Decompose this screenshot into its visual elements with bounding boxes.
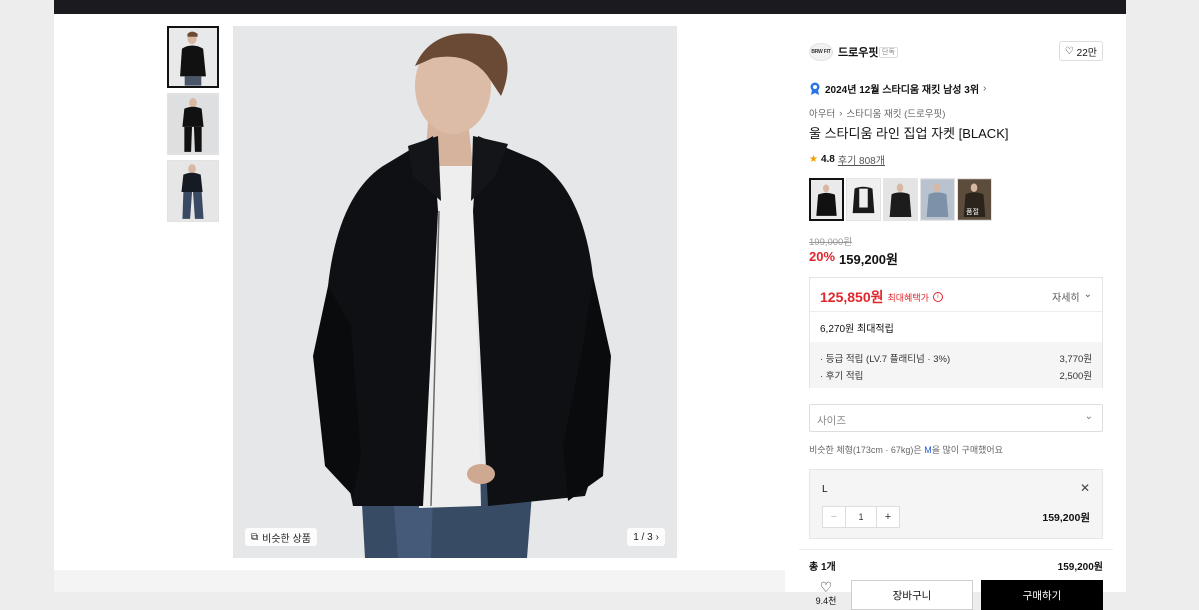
size-recommendation: 비슷한 체형(173cm · 67kg)은 M을 많이 구매했어요 xyxy=(809,443,1003,456)
similar-products-label: 비슷한 상품 xyxy=(262,533,311,545)
color-options: 품절 xyxy=(809,178,992,221)
wishlist-count: 9.4천 xyxy=(815,596,837,606)
main-product-image[interactable]: ⧉ 비슷한 상품 1 / 3 › xyxy=(233,26,677,558)
points-total: 6,270원 최대적립 xyxy=(820,324,894,335)
size-hint-suffix: 을 많이 구매했어요 xyxy=(931,445,1003,455)
heart-icon: ♡ xyxy=(1064,45,1074,57)
divider xyxy=(810,311,1102,312)
points-breakdown: · 등급 적립 (LV.7 플래티넘 · 3%) 3,770원 · 후기 적립 … xyxy=(810,342,1102,388)
exclusive-badge: 단독 xyxy=(879,47,898,58)
close-icon[interactable]: ✕ xyxy=(1080,481,1090,495)
points-row-label: · 후기 적립 xyxy=(820,371,864,382)
points-row-review: · 후기 적립 2,500원 xyxy=(820,368,1092,382)
swatch-image-black xyxy=(811,180,842,219)
brand-like-button[interactable]: ♡ 22만 xyxy=(1058,41,1103,61)
total-count: 총 1개 xyxy=(809,562,836,573)
jacket-photo xyxy=(233,26,677,558)
chevron-down-icon: ⌄ xyxy=(1084,411,1093,422)
breadcrumb-outer[interactable]: 아우터 xyxy=(809,106,835,120)
divider xyxy=(799,549,1113,550)
info-icon[interactable]: i xyxy=(932,292,943,302)
points-row-value: 3,770원 xyxy=(1059,354,1092,365)
option-price: 159,200원 xyxy=(1042,512,1090,524)
wishlist-button[interactable]: ♡ 9.4천 xyxy=(809,580,843,607)
brand-row: BRW FIT 드로우핏 단독 ♡ 22만 xyxy=(809,40,1103,62)
quantity-value[interactable]: 1 xyxy=(845,507,877,527)
breadcrumb-category[interactable]: 스타디움 재킷 (드로우핏) xyxy=(846,106,945,120)
price-row: 20% 159,200원 xyxy=(809,249,898,268)
points-row-value: 2,500원 xyxy=(1059,371,1092,382)
max-benefit-label: 최대혜택가 xyxy=(887,292,929,303)
thumbnail-3[interactable] xyxy=(167,160,219,222)
size-hint-prefix: 비슷한 체형(173cm · 67kg)은 xyxy=(809,445,925,455)
sold-out-tag: 품절 xyxy=(966,209,979,216)
thumbnail-image-3 xyxy=(168,161,218,221)
quantity-stepper: − 1 + xyxy=(822,506,900,528)
total-price: 159,200원 xyxy=(1057,562,1103,573)
swatch-image-4 xyxy=(921,179,954,220)
points-row-label: · 등급 적립 (LV.7 플래티넘 · 3%) xyxy=(820,354,951,365)
color-swatch-black[interactable] xyxy=(809,178,844,221)
ribbon-badge-icon xyxy=(810,82,820,95)
thumbnail-2[interactable] xyxy=(167,93,219,155)
top-nav-bar xyxy=(54,0,1126,14)
brand-like-count: 22만 xyxy=(1076,47,1097,59)
selected-size: L xyxy=(822,484,828,495)
add-to-cart-button[interactable]: 장바구니 xyxy=(851,580,973,610)
product-title: 울 스타디움 라인 집업 자켓 [BLACK] xyxy=(809,126,1009,141)
total-row: 총 1개 159,200원 xyxy=(809,558,1103,573)
image-counter-text: 1 / 3 xyxy=(633,531,653,543)
swatch-image-2 xyxy=(847,179,880,220)
original-price: 199,000원 xyxy=(809,237,853,248)
buy-now-button[interactable]: 구매하기 xyxy=(981,580,1103,610)
brand-name[interactable]: 드로우핏 xyxy=(838,44,878,60)
minus-button[interactable]: − xyxy=(823,507,845,527)
star-icon: ★ xyxy=(809,154,818,165)
size-placeholder: 사이즈 xyxy=(817,415,846,427)
max-benefit-price: 125,850원 최대혜택가 i xyxy=(820,287,943,307)
ranking-link[interactable]: 2024년 12월 스타디움 재킷 남성 3위 › xyxy=(809,81,986,96)
color-swatch-4[interactable] xyxy=(920,178,955,221)
benefit-detail-toggle[interactable]: 자세히 ⌄ xyxy=(1052,289,1092,304)
chevron-right-icon: › xyxy=(983,83,987,94)
selected-option: L ✕ − 1 + 159,200원 xyxy=(809,469,1103,539)
color-swatch-3[interactable] xyxy=(883,178,918,221)
points-row-grade: · 등급 적립 (LV.7 플래티넘 · 3%) 3,770원 xyxy=(820,351,1092,365)
color-swatch-2[interactable] xyxy=(846,178,881,221)
size-hint-size: M xyxy=(924,445,932,455)
size-select[interactable]: 사이즈 ⌄ xyxy=(809,404,1103,432)
benefit-box: 125,850원 최대혜택가 i 자세히 ⌄ 6,270원 최대적립 · 등급 … xyxy=(809,277,1103,388)
swatch-image-3 xyxy=(884,179,917,220)
breadcrumb: 아우터 › 스타디움 재킷 (드로우핏) xyxy=(809,106,945,121)
max-benefit-amount: 125,850원 xyxy=(820,289,884,305)
discount-rate: 20% xyxy=(809,249,836,264)
bottom-section-strip xyxy=(54,570,785,592)
product-page: ⧉ 비슷한 상품 1 / 3 › BRW FIT 드로우핏 단독 ♡ 22만 2… xyxy=(54,14,1126,610)
thumbnail-1[interactable] xyxy=(167,26,219,88)
rating-row: ★ 4.8 후기 808개 xyxy=(809,152,885,167)
thumbnail-image-1 xyxy=(169,28,217,86)
color-swatch-5[interactable]: 품절 xyxy=(957,178,992,221)
chevron-right-icon: › xyxy=(839,107,843,119)
similar-products-button[interactable]: ⧉ 비슷한 상품 xyxy=(245,528,317,546)
image-counter[interactable]: 1 / 3 › xyxy=(627,528,665,546)
similar-icon: ⧉ xyxy=(251,531,259,543)
plus-button[interactable]: + xyxy=(877,507,899,527)
chevron-right-icon: › xyxy=(655,531,659,543)
ranking-text: 2024년 12월 스타디움 재킷 남성 3위 xyxy=(825,85,980,96)
chevron-down-icon: ⌄ xyxy=(1083,289,1092,300)
detail-label: 자세히 xyxy=(1052,293,1080,304)
rating-score: 4.8 xyxy=(820,154,835,165)
sale-price: 159,200원 xyxy=(839,252,898,267)
review-count-link[interactable]: 후기 808개 xyxy=(838,152,885,167)
thumbnail-image-2 xyxy=(168,94,218,154)
brand-logo[interactable]: BRW FIT xyxy=(809,43,833,61)
